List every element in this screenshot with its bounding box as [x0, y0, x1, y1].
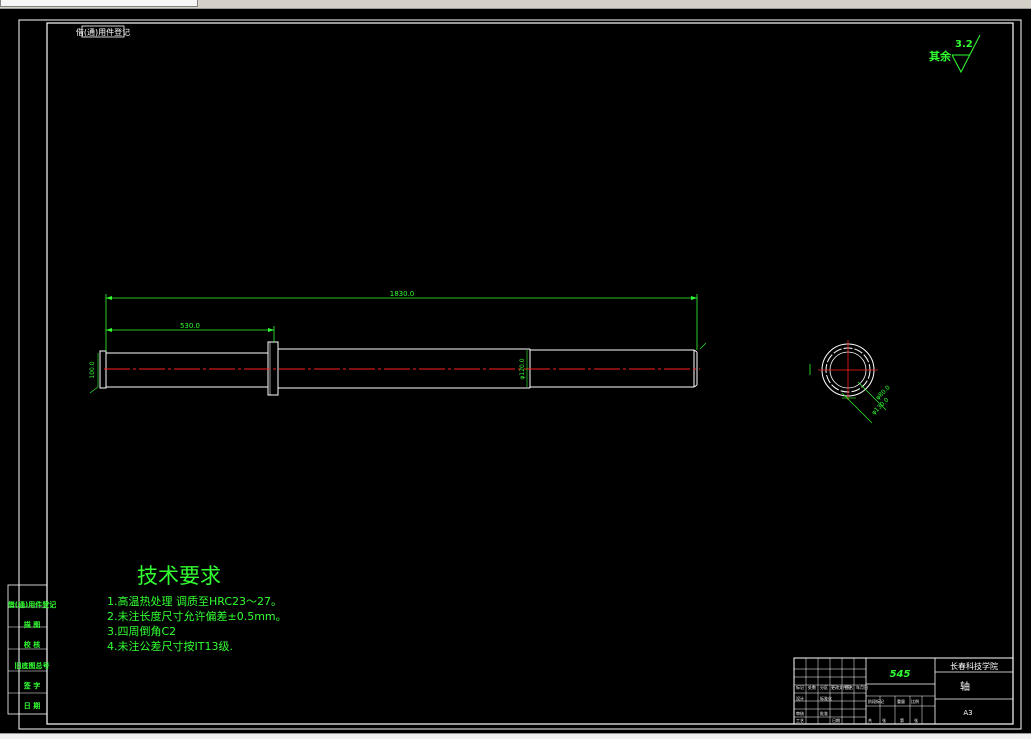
tb-label-17: 第	[900, 717, 904, 723]
tb-label-12: 阶段标记	[868, 698, 884, 704]
surface-finish-value: 3.2	[955, 39, 973, 50]
reg-label-3: 旧底图总号	[15, 661, 50, 670]
title-institute: 长春科技学院	[950, 661, 998, 671]
shaft-elevation	[99, 341, 700, 396]
tb-label-5: 年月日	[856, 684, 868, 690]
title-block: 545 长春科技学院 轴 A3 标记 处数 分区 更改文件号 签名 年月日 设计…	[793, 657, 1014, 725]
tech-req-title: 技术要求	[137, 564, 221, 588]
reg-label-4: 签 字	[23, 681, 40, 690]
tech-req-item-3: 3.四周倒角C2	[107, 625, 176, 638]
dim-left-dia: 100.0	[89, 361, 96, 378]
stamp-text: 借(通)用件登记	[76, 27, 130, 37]
cad-canvas[interactable]: 借(通)用件登记 其余 3.2 1830.0 530.0 100.0 φ120.…	[0, 9, 1031, 733]
title-material: 545	[890, 669, 911, 680]
tech-req-item-4: 4.未注公差尺寸按IT13级.	[107, 639, 233, 653]
dim-overall-length: 1830.0	[390, 290, 415, 298]
tb-label-0: 标记	[796, 684, 804, 690]
title-part-name: 轴	[960, 680, 970, 693]
title-sheet-size: A3	[963, 709, 972, 717]
tb-label-11: 批准	[820, 710, 828, 716]
tb-label-7: 审核	[796, 710, 804, 716]
reg-label-1: 描 图	[24, 620, 40, 629]
shaft-section-view: φ80.0 φ130.0	[809, 340, 892, 424]
tb-label-1: 处数	[808, 684, 816, 690]
tb-label-8: 工艺	[796, 718, 804, 723]
drawing-sheet: 借(通)用件登记 其余 3.2 1830.0 530.0 100.0 φ120.…	[7, 19, 1022, 730]
left-registration-column: 借(通)用件登记 描 图 校 核 旧底图总号 签 字 日 期	[7, 584, 56, 715]
tb-label-15: 共	[868, 717, 872, 723]
tb-label-14: 比例	[911, 698, 919, 704]
tb-label-2: 分区	[820, 684, 828, 690]
tb-label-13: 重量	[897, 698, 905, 704]
tb-label-6: 设计	[796, 695, 804, 701]
dim-step-length: 530.0	[180, 322, 200, 330]
reg-label-5: 日 期	[24, 701, 40, 710]
tech-req-item-2: 2.未注长度尺寸允许偏差±0.5mm。	[107, 609, 287, 623]
tb-label-4: 签名	[845, 684, 853, 690]
tb-label-10: 标准化	[820, 695, 832, 701]
tab-bar	[0, 0, 1031, 9]
dim-mid-dia: φ120.0	[519, 358, 526, 379]
surface-finish-label: 其余	[929, 49, 952, 63]
shaft-dimensions: 1830.0 530.0 100.0 φ120.0	[89, 290, 707, 394]
tb-label-18: 张	[914, 717, 918, 723]
reg-label-0: 借(通)用件登记	[7, 600, 56, 609]
status-strip	[0, 733, 1031, 739]
tech-req-item-1: 1.高温热处理 调质至HRC23～27。	[107, 594, 282, 608]
drawing-tab[interactable]	[0, 0, 198, 7]
tb-label-9: 日期	[832, 717, 840, 723]
reg-label-2: 校 核	[24, 640, 40, 649]
tb-label-16: 张	[882, 717, 886, 723]
